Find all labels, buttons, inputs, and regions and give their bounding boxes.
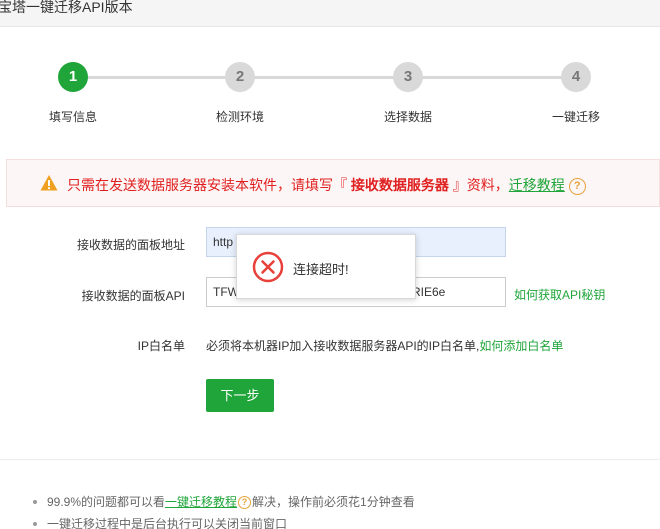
help-icon[interactable]: ? (238, 496, 252, 510)
step-1-label: 填写信息 (48, 110, 97, 124)
divider (0, 459, 660, 460)
window-titlebar: 宝塔一键迁移API版本 (0, 0, 660, 27)
step-2-indicator: 2 (225, 62, 255, 92)
warning-highlight: 接收数据服务器 (347, 177, 453, 193)
tip-1-suffix: 解决，操作前必须花1分钟查看 (252, 495, 415, 509)
panel-api-label: 接收数据的面板API (81, 289, 185, 303)
step-3-label: 选择数据 (383, 110, 432, 124)
warning-text: 只需在发送数据服务器安装本软件，请填写『 接收数据服务器 』资料，迁移教程? (67, 175, 586, 195)
panel-url-value: http (213, 235, 234, 249)
tip-2-text: 一键迁移过程中是后台执行可以关闭当前窗口 (47, 517, 288, 529)
step-connector (422, 76, 562, 79)
toast-message: 连接超时! (293, 262, 349, 277)
step-4-indicator: 4 (561, 62, 591, 92)
step-connector (87, 76, 225, 79)
ip-whitelist-label: IP白名单 (137, 339, 185, 353)
warning-icon (40, 175, 58, 191)
migration-guide-link[interactable]: 一键迁移教程 (165, 495, 237, 509)
ip-whitelist-text: 必须将本机器IP加入接收数据服务器API的IP白名单, (206, 339, 480, 353)
warning-suffix: 』资料， (452, 177, 509, 193)
window-title: 宝塔一键迁移API版本 (0, 0, 133, 15)
get-api-key-link[interactable]: 如何获取API秘钥 (514, 286, 605, 303)
migration-tutorial-link[interactable]: 迁移教程 (509, 177, 565, 193)
step-4-label: 一键迁移 (551, 110, 600, 124)
help-icon[interactable]: ? (568, 177, 586, 195)
next-step-button[interactable]: 下一步 (206, 379, 274, 412)
step-3-indicator: 3 (393, 62, 423, 92)
tip-item: 99.9%的问题都可以看一键迁移教程? 解决，操作前必须花1分钟查看 (33, 493, 415, 515)
error-toast: 连接超时! (236, 234, 416, 299)
step-1-indicator: 1 (58, 62, 88, 92)
panel-api-value-end: RIE6e (412, 285, 446, 299)
error-icon (252, 251, 284, 283)
tip-item: 一键迁移过程中是后台执行可以关闭当前窗口 (33, 515, 415, 529)
warning-prefix: 只需在发送数据服务器安装本软件，请填写『 (67, 177, 347, 193)
tips-list: 99.9%的问题都可以看一键迁移教程? 解决，操作前必须花1分钟查看 一键迁移过程… (33, 493, 415, 529)
step-2-label: 检测环境 (215, 110, 264, 124)
panel-url-label: 接收数据的面板地址 (76, 238, 185, 252)
step-connector (254, 76, 394, 79)
add-whitelist-link[interactable]: 如何添加白名单 (479, 339, 563, 353)
warning-banner: 只需在发送数据服务器安装本软件，请填写『 接收数据服务器 』资料，迁移教程? (6, 159, 660, 207)
ip-whitelist-note: 必须将本机器IP加入接收数据服务器API的IP白名单,如何添加白名单 (206, 337, 563, 354)
tip-1-prefix: 99.9%的问题都可以看 (47, 495, 166, 509)
